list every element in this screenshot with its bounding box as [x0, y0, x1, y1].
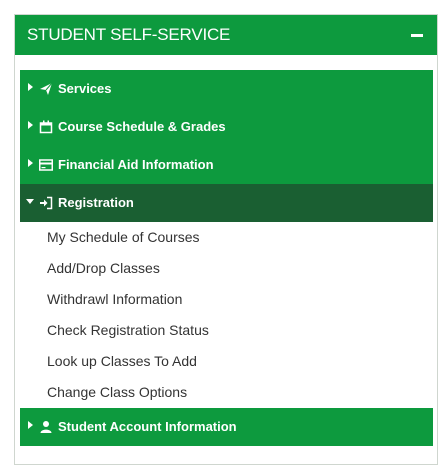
caret-right-icon: [28, 121, 33, 129]
calendar-icon: [39, 120, 53, 134]
sign-in-icon: [39, 196, 53, 210]
submenu-item-look-up-classes[interactable]: Look up Classes To Add: [20, 346, 433, 377]
submenu-item-add-drop-classes[interactable]: Add/Drop Classes: [20, 253, 433, 284]
panel-header: STUDENT SELF-SERVICE: [15, 15, 437, 55]
menu-item-label: Registration: [58, 195, 134, 210]
submenu-item-check-registration-status[interactable]: Check Registration Status: [20, 315, 433, 346]
menu-item-label: Student Account Information: [58, 419, 237, 434]
credit-card-icon: [39, 158, 53, 172]
menu-item-registration[interactable]: Registration: [20, 184, 433, 222]
menu-item-financial-aid[interactable]: Financial Aid Information: [20, 146, 433, 184]
caret-right-icon: [28, 83, 33, 91]
collapse-button[interactable]: [407, 25, 427, 45]
menu-item-label: Services: [58, 81, 112, 96]
student-self-service-panel: STUDENT SELF-SERVICE Services Course Sch…: [14, 14, 438, 465]
submenu-item-change-class-options[interactable]: Change Class Options: [20, 377, 433, 408]
menu-item-services[interactable]: Services: [20, 70, 433, 108]
caret-right-icon: [28, 421, 33, 429]
self-service-menu: Services Course Schedule & Grades Financ…: [20, 70, 433, 446]
menu-item-label: Financial Aid Information: [58, 157, 214, 172]
user-icon: [39, 420, 53, 434]
registration-submenu: My Schedule of Courses Add/Drop Classes …: [20, 222, 433, 408]
submenu-item-my-schedule[interactable]: My Schedule of Courses: [20, 222, 433, 253]
paper-plane-icon: [39, 82, 53, 96]
caret-down-icon: [26, 199, 34, 204]
menu-item-course-schedule-grades[interactable]: Course Schedule & Grades: [20, 108, 433, 146]
submenu-item-withdrawl-information[interactable]: Withdrawl Information: [20, 284, 433, 315]
menu-item-label: Course Schedule & Grades: [58, 119, 226, 134]
menu-item-student-account[interactable]: Student Account Information: [20, 408, 433, 446]
caret-right-icon: [28, 159, 33, 167]
panel-title: STUDENT SELF-SERVICE: [27, 25, 231, 44]
